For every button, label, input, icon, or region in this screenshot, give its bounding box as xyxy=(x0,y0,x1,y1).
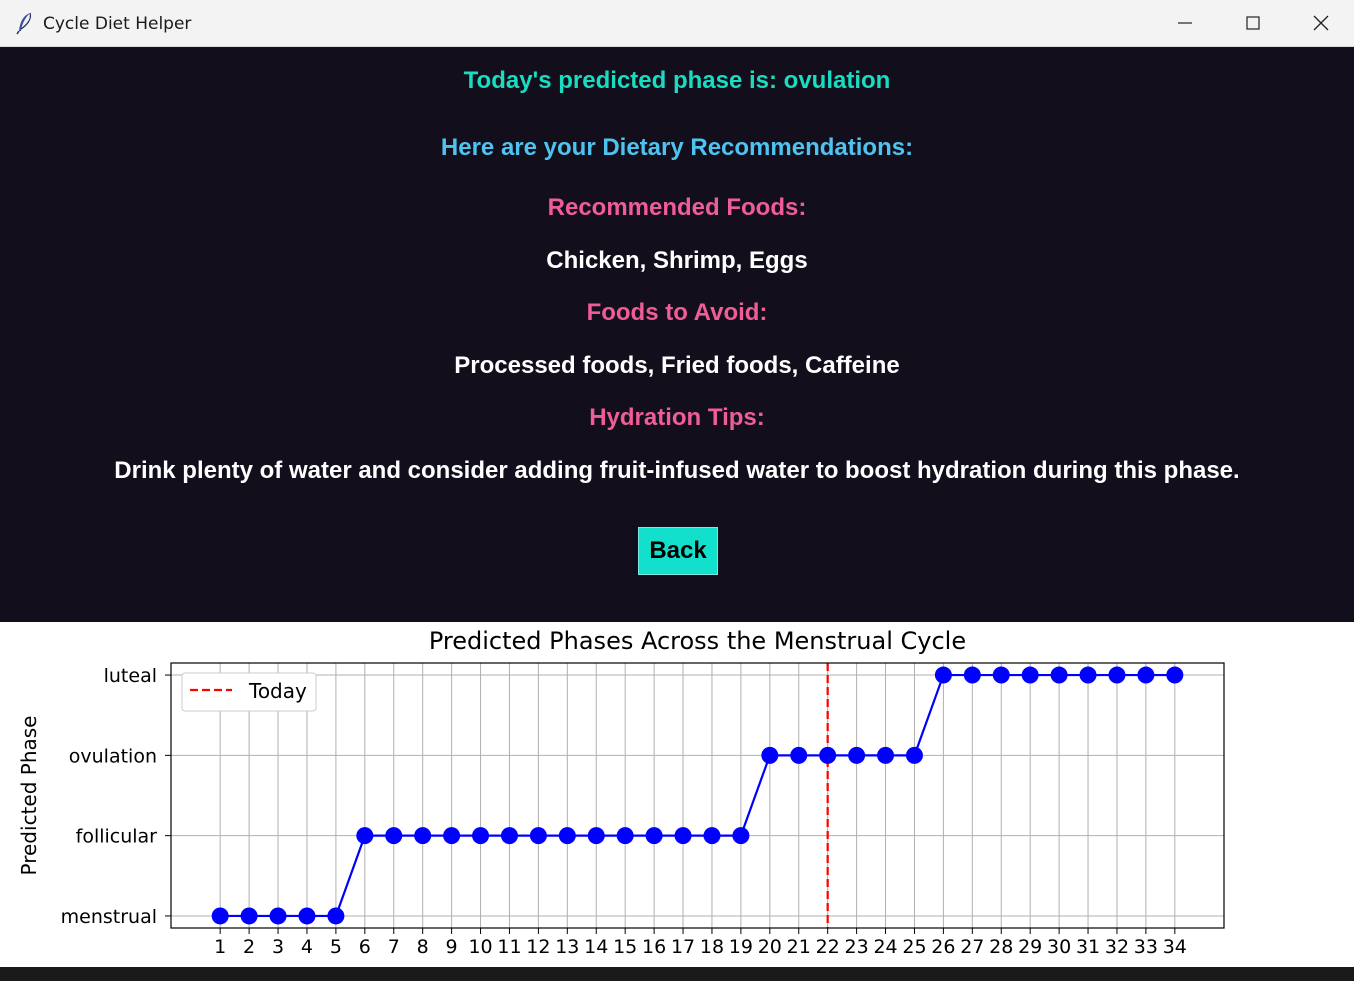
data-point xyxy=(1079,666,1097,684)
x-tick-label: 12 xyxy=(526,936,550,958)
y-axis-label: Predicted Phase xyxy=(17,716,41,876)
window-titlebar: Cycle Diet Helper xyxy=(0,0,1354,47)
data-point xyxy=(790,746,808,764)
x-tick-label: 33 xyxy=(1134,936,1158,958)
x-tick-label: 7 xyxy=(388,936,400,958)
back-button[interactable]: Back xyxy=(638,527,718,575)
x-tick-label: 6 xyxy=(359,936,371,958)
x-tick-label: 17 xyxy=(671,936,695,958)
hydration-tips-label: Hydration Tips: xyxy=(589,404,765,431)
x-tick-label: 19 xyxy=(729,936,753,958)
x-tick-label: 8 xyxy=(417,936,429,958)
close-icon xyxy=(1313,15,1329,31)
plot-frame xyxy=(170,662,1225,929)
x-tick-label: 11 xyxy=(497,936,521,958)
x-tick-label: 20 xyxy=(758,936,782,958)
recommended-foods-value: Chicken, Shrimp, Eggs xyxy=(546,247,808,274)
chart-title: Predicted Phases Across the Menstrual Cy… xyxy=(429,627,966,655)
x-tick-label: 30 xyxy=(1047,936,1071,958)
x-tick-label: 29 xyxy=(1018,936,1042,958)
y-tick-label: ovulation xyxy=(69,745,157,767)
x-tick-label: 9 xyxy=(446,936,458,958)
data-point xyxy=(500,827,518,845)
data-point xyxy=(587,827,605,845)
maximize-button[interactable] xyxy=(1220,0,1286,46)
data-point xyxy=(819,746,837,764)
hydration-tip-value: Drink plenty of water and consider addin… xyxy=(114,457,1240,484)
foods-to-avoid-value: Processed foods, Fried foods, Caffeine xyxy=(454,352,900,379)
foods-to-avoid-label: Foods to Avoid: xyxy=(586,299,768,326)
feather-icon xyxy=(16,12,32,35)
recommendations-panel: Today's predicted phase is: ovulation He… xyxy=(0,47,1354,622)
legend-today-label: Today xyxy=(248,679,307,703)
data-point xyxy=(703,827,721,845)
data-point xyxy=(1050,666,1068,684)
data-point xyxy=(645,827,663,845)
data-point xyxy=(732,827,750,845)
x-tick-label: 23 xyxy=(845,936,869,958)
data-point xyxy=(1166,666,1184,684)
data-point xyxy=(1108,666,1126,684)
close-button[interactable] xyxy=(1288,0,1354,46)
window-title: Cycle Diet Helper xyxy=(43,14,192,34)
phase-chart-area: 1 2 3 4 5 6 7 8 9 10 11 12 13 14 15 16 17 18 19 20 21 22 23 24 2… xyxy=(0,622,1354,967)
data-point xyxy=(616,827,634,845)
data-point xyxy=(992,666,1010,684)
data-point xyxy=(674,827,692,845)
y-tick-label: luteal xyxy=(104,665,157,687)
x-tick-label: 15 xyxy=(613,936,637,958)
data-point xyxy=(356,827,374,845)
recommended-foods-label: Recommended Foods: xyxy=(547,194,807,221)
x-tick-label: 22 xyxy=(816,936,840,958)
predicted-phase-text: Today's predicted phase is: ovulation xyxy=(463,67,891,94)
maximize-icon xyxy=(1246,16,1260,30)
data-point xyxy=(472,827,490,845)
x-tick-label: 24 xyxy=(873,936,897,958)
data-point xyxy=(934,666,952,684)
x-tick-label: 21 xyxy=(787,936,811,958)
x-tick-label: 34 xyxy=(1163,936,1187,958)
x-tick-label: 28 xyxy=(989,936,1013,958)
window-bottom-edge xyxy=(0,967,1354,981)
data-point xyxy=(1137,666,1155,684)
data-point xyxy=(269,907,287,925)
x-tick-label: 26 xyxy=(931,936,955,958)
minimize-icon xyxy=(1178,22,1192,24)
minimize-button[interactable] xyxy=(1152,0,1218,46)
data-point xyxy=(443,827,461,845)
data-point xyxy=(414,827,432,845)
x-tick-label: 1 xyxy=(214,936,226,958)
x-tick-label: 10 xyxy=(468,936,492,958)
x-tick-label: 16 xyxy=(642,936,666,958)
data-point xyxy=(905,746,923,764)
data-point xyxy=(558,827,576,845)
x-tick-label: 3 xyxy=(272,936,284,958)
x-tick-label: 2 xyxy=(243,936,255,958)
series-line xyxy=(220,673,1175,918)
data-point xyxy=(211,907,229,925)
phase-chart: 1 2 3 4 5 6 7 8 9 10 11 12 13 14 15 16 17 18 19 20 21 22 23 24 2… xyxy=(17,627,1225,958)
x-tick-label: 31 xyxy=(1076,936,1100,958)
recommendations-heading: Here are your Dietary Recommendations: xyxy=(440,134,914,161)
x-tick-label: 25 xyxy=(902,936,926,958)
data-point xyxy=(385,827,403,845)
data-point xyxy=(1021,666,1039,684)
data-point xyxy=(240,907,258,925)
data-point xyxy=(327,907,345,925)
x-tick-label: 18 xyxy=(700,936,724,958)
data-point xyxy=(761,746,779,764)
y-tick-label: menstrual xyxy=(61,906,157,928)
data-point xyxy=(877,746,895,764)
data-point xyxy=(848,746,866,764)
x-tick-label: 14 xyxy=(584,936,608,958)
data-point xyxy=(529,827,547,845)
x-tick-label: 13 xyxy=(555,936,579,958)
x-tick-label: 27 xyxy=(960,936,984,958)
y-tick-label: follicular xyxy=(76,826,158,848)
x-tick-label: 5 xyxy=(330,936,342,958)
data-point xyxy=(298,907,316,925)
data-point xyxy=(963,666,981,684)
x-tick-label: 32 xyxy=(1105,936,1129,958)
x-tick-label: 4 xyxy=(301,936,313,958)
